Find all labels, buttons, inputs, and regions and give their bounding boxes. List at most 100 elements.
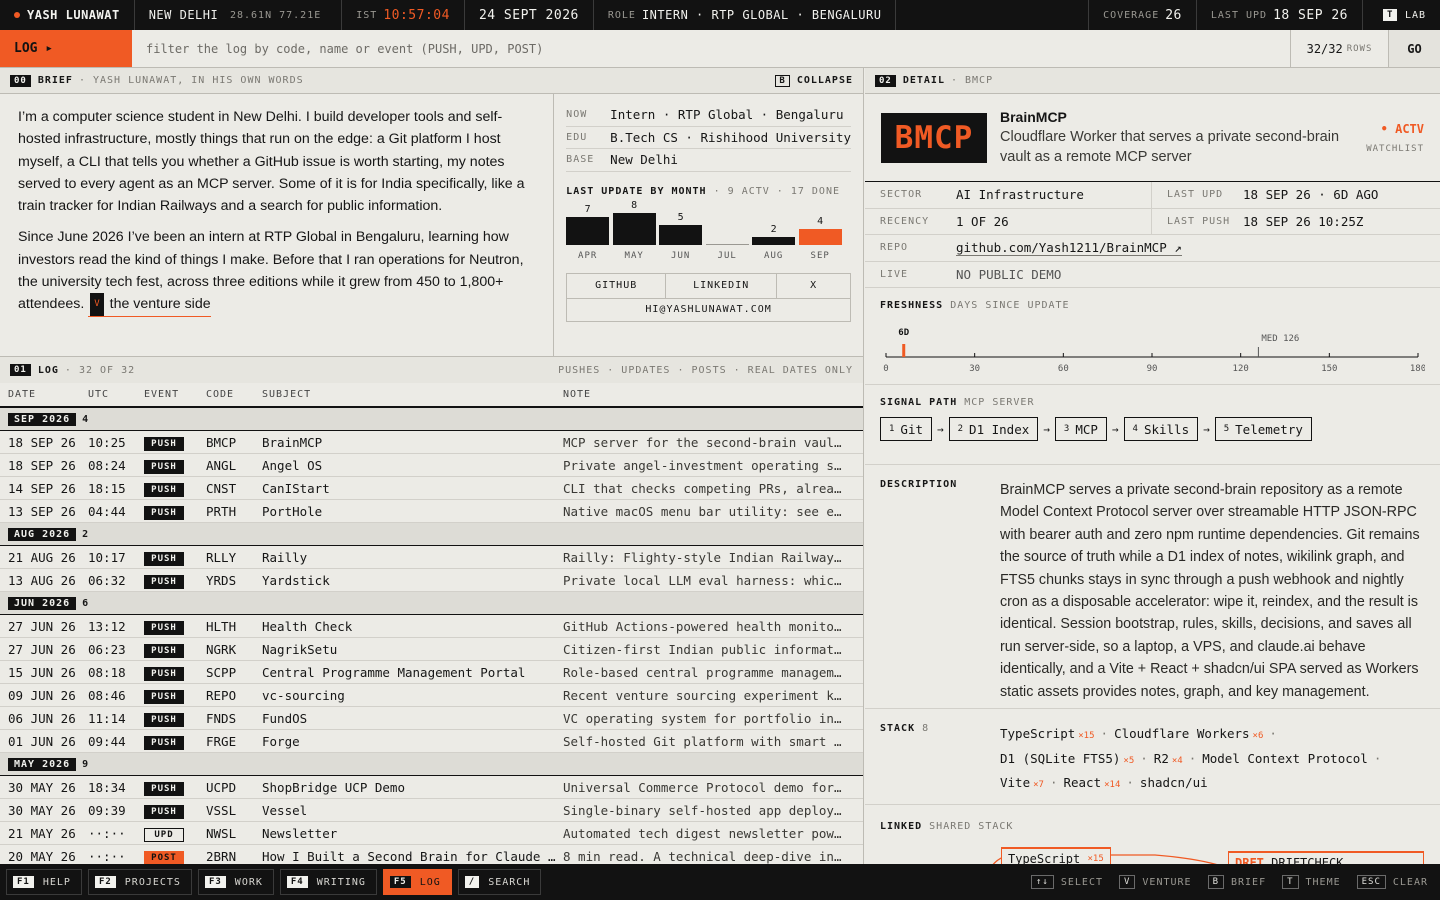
signal-step[interactable]: 4 Skills [1123, 417, 1199, 441]
stack-separator: · [1049, 775, 1058, 791]
venture-link[interactable]: Vthe venture side [88, 293, 211, 318]
log-subject: FundOS [262, 710, 308, 726]
month-group-label: MAY 2026 [8, 757, 77, 771]
log-header: 01 LOG · 32 OF 32 PUSHES · UPDATES · POS… [0, 357, 863, 383]
log-subject: Angel OS [262, 457, 323, 473]
log-row[interactable]: 09 JUN 26 08:46 PUSH REPO vc-sourcing Recent … [0, 684, 863, 707]
log-row[interactable]: 20 MAY 26 ··:·· POST 2BRN How I Built a Seco… [0, 845, 863, 864]
log-subject: Railly [262, 549, 308, 565]
last-push-cell: LAST PUSH 18 SEP 26 10:25Z [1152, 209, 1439, 235]
fkey-search[interactable]: / SEARCH [457, 869, 542, 895]
linked-title-text: LINKED [880, 821, 923, 832]
event-badge: PUSH [144, 620, 184, 635]
fkey-help[interactable]: F1 HELP [6, 869, 82, 895]
log-mode-button[interactable]: LOG ▸ [0, 30, 132, 67]
stack-item[interactable]: Cloudflare Workers ×6 [1114, 726, 1263, 741]
log-row[interactable]: 21 AUG 26 10:17 PUSH RLLY Railly Railly: Flig… [0, 546, 863, 569]
month-group-count: 9 [82, 758, 89, 770]
linkedin-link[interactable]: LINKEDIN [666, 273, 778, 298]
hint-key: T [1282, 875, 1299, 889]
hint-brief[interactable]: B BRIEF [1207, 875, 1267, 889]
event-badge: UPD [144, 827, 184, 842]
log-row[interactable]: 14 SEP 26 18:15 PUSH CNST CanIStart CLI that … [0, 477, 863, 500]
coords: 28.61N 77.21E [229, 9, 322, 21]
log-row[interactable]: 27 JUN 26 06:23 PUSH NGRK NagrikSetu Citizen-… [0, 638, 863, 661]
now-label: NOW [566, 109, 588, 121]
signal-step[interactable]: 1 Git [880, 417, 932, 441]
log-event-cell: PUSH [144, 802, 206, 819]
signal-title-text: SIGNAL PATH [880, 397, 958, 408]
hint-select[interactable]: ↑↓ SELECT [1031, 875, 1103, 889]
log-row[interactable]: 30 MAY 26 09:39 PUSH VSSL Vessel Single-binar… [0, 799, 863, 822]
github-link[interactable]: GITHUB [567, 273, 667, 298]
owner-name: YASH LUNAWAT [27, 8, 120, 22]
log-date: 21 AUG 26 [8, 549, 76, 565]
stack-item[interactable]: D1 (SQLite FTS5) ×5 [1000, 751, 1134, 766]
log-row[interactable]: 15 JUN 26 08:18 PUSH SCPP Central Programme … [0, 661, 863, 684]
signal-step[interactable]: 3 MCP [1054, 417, 1107, 441]
brief-number: 00 [10, 74, 31, 87]
stack-item[interactable]: Vite ×7 [1000, 775, 1044, 790]
column-header-code[interactable]: CODE [206, 389, 262, 400]
repo-link[interactable]: github.com/Yash1211/BrainMCP ↗ [956, 240, 1182, 256]
hint-clear[interactable]: ESC CLEAR [1356, 875, 1428, 889]
log-utc: 06:32 [88, 572, 126, 588]
log-row[interactable]: 18 SEP 26 10:25 PUSH BMCP BrainMCP MCP server… [0, 431, 863, 454]
hint-theme[interactable]: T THEME [1282, 875, 1341, 889]
month-bar-label: JUN [671, 250, 691, 261]
log-code: CNST [206, 480, 237, 496]
stack-item[interactable]: R2 ×4 [1154, 751, 1183, 766]
column-header-date[interactable]: DATE [0, 389, 88, 400]
signal-step[interactable]: 5 Telemetry [1214, 417, 1312, 441]
go-button[interactable]: GO [1388, 30, 1440, 67]
column-header-event[interactable]: EVENT [144, 389, 206, 400]
role-segment: ROLE INTERN · RTP GLOBAL · BENGALURU [594, 0, 897, 30]
stack-item[interactable]: shadcn/ui [1140, 775, 1208, 790]
last-push-label: LAST PUSH [1167, 215, 1231, 227]
column-header-utc[interactable]: UTC [88, 389, 144, 400]
hint-venture[interactable]: V VENTURE [1118, 875, 1192, 889]
log-row[interactable]: 13 AUG 26 06:32 PUSH YRDS Yardstick Private l… [0, 569, 863, 592]
log-row[interactable]: 01 JUN 26 09:44 PUSH FRGE Forge Self-hosted G… [0, 730, 863, 753]
log-date: 18 SEP 26 [8, 457, 76, 473]
bottom-bar: F1 HELP F2 PROJECTS F3 WORK F4 WRITING F5 LOG / SEA… [0, 864, 1440, 900]
column-header-note[interactable]: NOTE [563, 389, 847, 400]
fkey-projects[interactable]: F2 PROJECTS [87, 869, 192, 895]
hint-key: ↑↓ [1031, 875, 1054, 889]
stack-item[interactable]: React ×14 [1063, 775, 1120, 790]
fkey-writing[interactable]: F4 WRITING [279, 869, 377, 895]
fkey-log[interactable]: F5 LOG [382, 869, 452, 895]
email-link[interactable]: HI@YASHLUNAWAT.COM [567, 297, 850, 321]
base-value: New Delhi [610, 152, 678, 168]
column-header-subject[interactable]: SUBJECT [262, 389, 563, 400]
collapse-button[interactable]: B COLLAPSE [775, 74, 853, 87]
log-row[interactable]: 13 SEP 26 04:44 PUSH PRTH PortHole Native mac… [0, 500, 863, 523]
stack-item-name: R2 [1153, 750, 1169, 766]
log-subject: Health Check [262, 618, 353, 634]
month-bar-value: 7 [584, 203, 591, 215]
log-event-cell: PUSH [144, 779, 206, 796]
linked-node-project[interactable]: DRFT DRIFTCHECK [1228, 851, 1424, 864]
event-badge: PUSH [144, 436, 184, 451]
linked-node-stack[interactable]: TypeScript ×15 [1001, 847, 1111, 864]
log-event-cell: PUSH [144, 710, 206, 727]
fkey-work[interactable]: F3 WORK [197, 869, 274, 895]
status-badge: • ACTV [1380, 121, 1424, 136]
log-row[interactable]: 18 SEP 26 08:24 PUSH ANGL Angel OS Private an… [0, 454, 863, 477]
log-row[interactable]: 30 MAY 26 18:34 PUSH UCPD ShopBridge UCP Dem… [0, 776, 863, 799]
log-note: Self-hosted Git platform with smart HTTP… [563, 733, 847, 749]
shortcut-hints: ↑↓ SELECT V VENTURE B BRIEF T THEME ESC CLEAR [1015, 875, 1440, 889]
x-link[interactable]: X [777, 274, 850, 298]
arrow-right-icon: → [937, 422, 944, 436]
stack-item[interactable]: Model Context Protocol [1202, 751, 1368, 766]
filter-input[interactable] [132, 30, 1290, 67]
signal-step[interactable]: 2 D1 Index [948, 417, 1039, 441]
log-row[interactable]: 27 JUN 26 13:12 PUSH HLTH Health Check GitHub… [0, 615, 863, 638]
log-utc: 09:44 [88, 733, 126, 749]
lab-button[interactable]: T LAB [1363, 0, 1440, 30]
stack-item[interactable]: TypeScript ×15 [1000, 726, 1095, 741]
owner-segment[interactable]: YASH LUNAWAT [0, 0, 135, 30]
log-row[interactable]: 06 JUN 26 11:14 PUSH FNDS FundOS VC operating… [0, 707, 863, 730]
log-row[interactable]: 21 MAY 26 ··:·· UPD NWSL Newsletter Automated… [0, 822, 863, 845]
freshness-tick-label: 0 [883, 364, 888, 371]
